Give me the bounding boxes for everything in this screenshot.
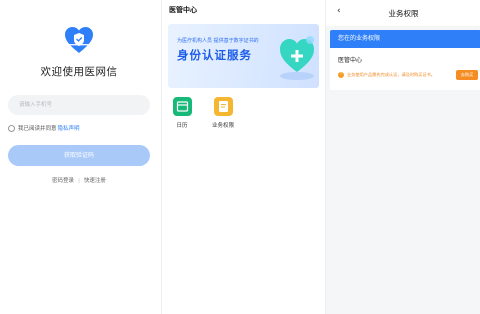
- quick-register-link[interactable]: 快速注册: [84, 178, 106, 184]
- agreement-text: 我已阅读并同意: [18, 126, 57, 132]
- tile-permissions[interactable]: 业务权限: [203, 97, 243, 129]
- screen: 欢迎使用医网信 请输入手机号 我已阅读并同意 隐私声明 获取验证码 密码登录 | 快…: [0, 0, 480, 314]
- org-name: 医管中心: [338, 57, 363, 64]
- permission-card: 医管中心 ! 业务使用产品需先完成认证，请及时购买证书。 去购买: [330, 48, 480, 90]
- tile-label: 日历: [176, 123, 188, 129]
- banner-headline: 身份认证服务: [177, 48, 252, 62]
- tile-label: 业务权限: [211, 123, 234, 129]
- heart-shield-icon: [280, 36, 314, 80]
- phone-input[interactable]: 请输入手机号: [8, 95, 150, 115]
- permissions-panel: ‹ 业务权限 您在的业务权限 医管中心 ! 业务使用产品需先完成认证，请及时购买…: [325, 0, 480, 314]
- agreement-row: 我已阅读并同意 隐私声明: [8, 124, 80, 132]
- buy-button[interactable]: 去购买: [456, 70, 478, 80]
- notice-text: 业务使用产品需先完成认证，请及时购买证书。: [347, 72, 435, 77]
- app-title: 欢迎使用医网信: [40, 66, 118, 78]
- agreement-radio[interactable]: [8, 124, 15, 132]
- privacy-link[interactable]: 隐私声明: [58, 124, 80, 132]
- app-logo-icon: [65, 27, 93, 53]
- banner-subtitle: 为医疗机构人员 提供基于数字证书的: [177, 38, 259, 44]
- alt-login-links: 密码登录 | 快速注册: [0, 176, 158, 184]
- section-header: 您在的业务权限: [330, 30, 480, 48]
- nav-bar: ‹ 业务权限: [326, 0, 480, 26]
- page-title: 医管中心: [169, 6, 197, 14]
- notice-row: ! 业务使用产品需先完成认证，请及时购买证书。: [338, 72, 435, 78]
- warning-icon: !: [338, 72, 344, 78]
- login-panel: 欢迎使用医网信 请输入手机号 我已阅读并同意 隐私声明 获取验证码 密码登录 | 快…: [0, 0, 158, 314]
- get-code-button[interactable]: 获取验证码: [8, 145, 150, 166]
- tile-calendar[interactable]: 日历: [162, 97, 202, 129]
- center-panel: 医管中心 为医疗机构人员 提供基于数字证书的 身份认证服务 日历 业务权限: [161, 0, 322, 314]
- permission-icon: [213, 97, 233, 116]
- link-separator: |: [78, 178, 80, 184]
- calendar-icon: [172, 97, 192, 116]
- promo-banner[interactable]: 为医疗机构人员 提供基于数字证书的 身份认证服务: [168, 24, 319, 88]
- page-title: 业务权限: [388, 9, 419, 18]
- password-login-link[interactable]: 密码登录: [52, 178, 74, 184]
